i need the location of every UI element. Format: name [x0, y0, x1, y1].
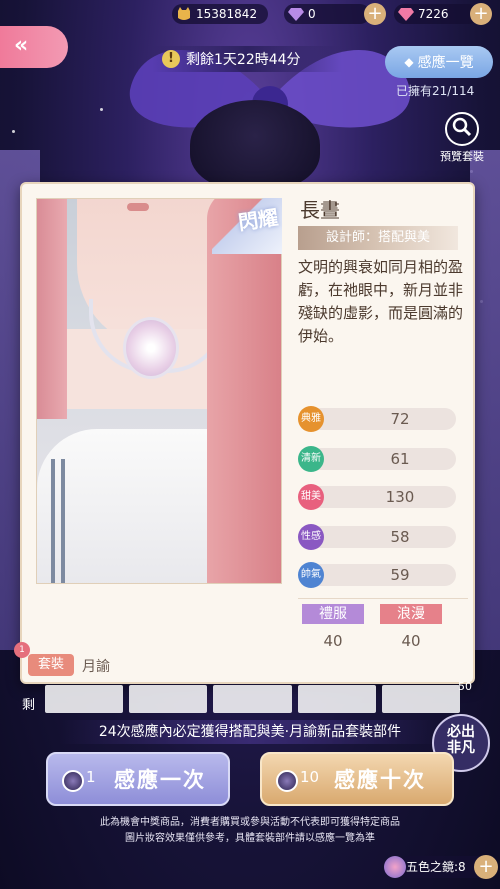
stat-value: 58	[390, 528, 410, 546]
preview-label: 預覽套裝	[440, 150, 484, 163]
stat-row: 清新 61	[298, 446, 456, 472]
draw-ten-button[interactable]: 10 感應十次	[260, 752, 454, 806]
draw-ten-label: 感應十次	[334, 768, 426, 792]
back-arrow-icon: «	[14, 33, 29, 58]
stardiamond-counter: 7226	[394, 4, 478, 24]
draw-ten-count: 10	[300, 768, 320, 786]
stat-row: 典雅 72	[298, 406, 456, 432]
designer-label: 設計師：搭配與美	[298, 226, 458, 250]
dress-stripe	[51, 459, 55, 583]
strip-item[interactable]	[213, 685, 292, 713]
stamp-line1: 必出	[447, 724, 475, 740]
strip-item[interactable]	[297, 685, 376, 713]
stat-value: 61	[390, 450, 410, 468]
stat-row: 甜美 130	[298, 484, 456, 510]
add-diamond-button[interactable]: +	[364, 3, 386, 25]
tag-romantic-value: 40	[401, 632, 421, 650]
star-decor	[12, 130, 15, 133]
item-description: 文明的興衰如同月相的盈虧，在祂眼中，新月並非殘缺的虛影，而是圓滿的伊始。	[298, 258, 464, 345]
disclaimer-line2: 圖片妝容效果僅供參考，具體套裝部件請以感應一覽為準	[125, 833, 375, 844]
diamond-icon: ◆	[404, 55, 414, 69]
portrait-lips	[127, 203, 149, 211]
item-strip[interactable]	[45, 685, 461, 713]
gold-counter: 15381842	[172, 4, 268, 24]
crystal-icon	[62, 770, 84, 792]
set-label: 套裝	[28, 654, 74, 676]
strip-item[interactable]	[45, 685, 124, 713]
stat-value: 72	[390, 410, 410, 428]
preview-set-button[interactable]: 預覽套裝	[432, 112, 492, 164]
catalog-label: 感應一覽	[417, 55, 474, 71]
diamond-counter: 0	[284, 4, 370, 24]
stat-fresh-icon: 清新	[298, 446, 324, 472]
owned-count: 已擁有21/114	[396, 84, 475, 98]
stat-sweet-icon: 甜美	[298, 484, 324, 510]
side-text-right: 50	[458, 680, 472, 693]
mirror-icon	[384, 856, 406, 878]
crystal-icon	[276, 770, 298, 792]
stat-row: 帥氣 59	[298, 562, 456, 588]
draw-once-count: 1	[86, 768, 96, 786]
strip-item[interactable]	[129, 685, 208, 713]
draw-once-label: 感應一次	[114, 768, 206, 792]
rarity-badge-text: 閃耀	[236, 205, 280, 235]
tag-gown: 禮服	[302, 604, 364, 624]
stat-row: 性感 58	[298, 524, 456, 550]
item-detail-card[interactable]: 閃耀 長晝 設計師：搭配與美 文明的興衰如同月相的盈虧，在祂眼中，新月並非殘缺的…	[20, 182, 475, 684]
tag-gown-value: 40	[323, 632, 343, 650]
disclaimer-line1: 此為機會中獎商品，消費者購買或參與活動不代表即可獲得特定商品	[100, 817, 400, 828]
gold-value: 15381842	[196, 7, 258, 21]
character-hair	[190, 100, 320, 190]
item-portrait	[36, 198, 282, 584]
tag-romantic: 浪漫	[380, 604, 442, 624]
diamond-value: 0	[308, 7, 316, 21]
purple-diamond-icon	[288, 8, 304, 21]
set-name: 月諭	[82, 659, 110, 675]
guarantee-banner: 24次感應內必定獲得搭配與美·月諭新品套裝部件	[60, 720, 440, 744]
catalog-button[interactable]: ◆ 感應一覽	[385, 46, 493, 78]
exclamation-icon: !	[162, 50, 180, 68]
star-decor	[100, 108, 103, 111]
pink-diamond-icon	[398, 8, 414, 21]
stat-sexy-icon: 性感	[298, 524, 324, 550]
stat-elegant-icon: 典雅	[298, 406, 324, 432]
portrait-hair-left	[37, 199, 67, 419]
stat-cool-icon: 帥氣	[298, 562, 324, 588]
side-badge: 1	[14, 642, 30, 658]
dress-stripe	[61, 459, 65, 583]
portrait-hair-right	[207, 199, 281, 583]
countdown-bar: ! 剩餘1天22時44分	[152, 46, 342, 72]
countdown-text: 剩餘1天22時44分	[186, 52, 301, 68]
rarity-badge: 閃耀	[212, 198, 282, 254]
magnifier-icon	[445, 112, 479, 146]
disclaimer: 此為機會中獎商品，消費者購買或參與活動不代表即可獲得特定商品 圖片妝容效果僅供參…	[40, 815, 460, 847]
side-text-left: 剩	[22, 698, 36, 713]
strip-item[interactable]	[381, 685, 461, 713]
stardiamond-value: 7226	[418, 7, 449, 21]
divider	[298, 598, 468, 599]
add-stardiamond-button[interactable]: +	[470, 3, 492, 25]
cat-coin-icon	[178, 7, 190, 20]
add-mirror-button[interactable]: +	[474, 855, 498, 879]
draw-once-button[interactable]: 1 感應一次	[46, 752, 230, 806]
back-button[interactable]: «	[0, 26, 68, 68]
stat-value: 130	[385, 488, 415, 506]
item-name: 長晝	[300, 198, 340, 222]
necklace-gem	[123, 317, 179, 379]
stat-value: 59	[390, 566, 410, 584]
